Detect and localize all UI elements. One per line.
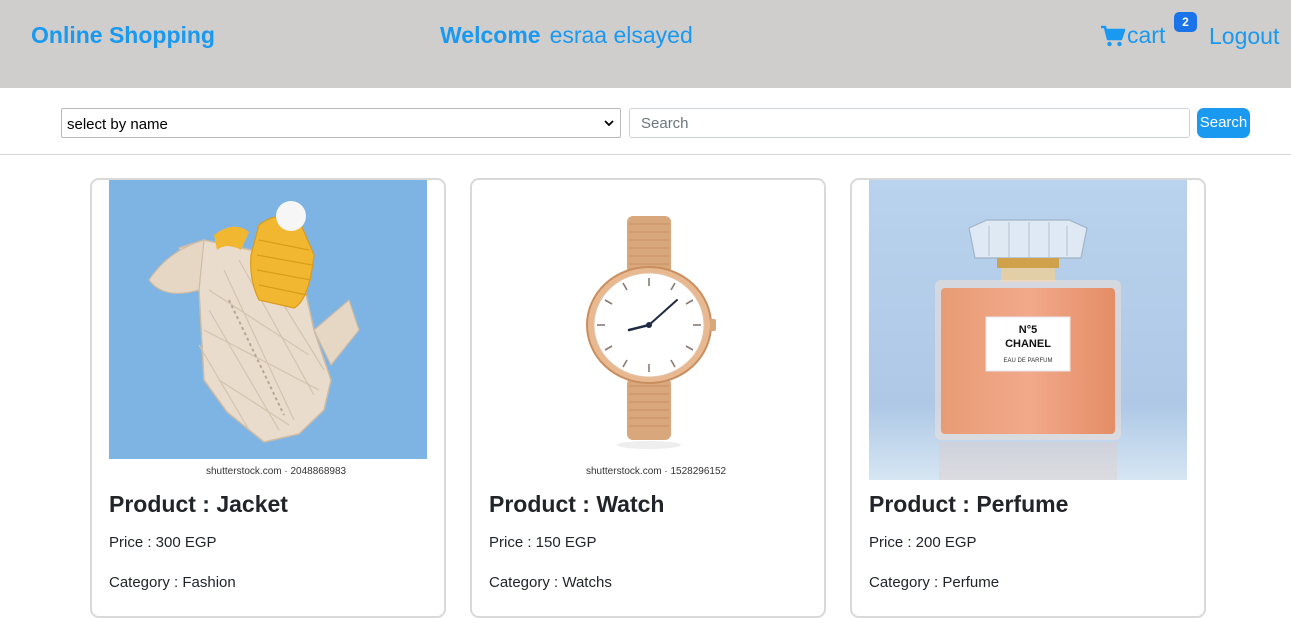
product-card-watch[interactable]: shutterstock.com · 1528296152 Product : … <box>470 178 826 618</box>
product-card-jacket[interactable]: shutterstock.com · 2048868983 Product : … <box>90 178 446 618</box>
search-bar: select by name Search Search <box>0 88 1291 155</box>
product-title: Product : Perfume <box>869 491 1069 517</box>
logout-link[interactable]: Logout <box>1209 23 1279 50</box>
product-category: Category : Fashion <box>109 574 236 591</box>
search-type-select[interactable]: select by name <box>61 108 621 138</box>
brand-logo[interactable]: Online Shopping <box>31 22 215 49</box>
search-button[interactable]: Search <box>1197 108 1250 138</box>
cart-link[interactable]: cart <box>1100 22 1165 49</box>
product-price: Price : 300 EGP <box>109 534 217 551</box>
product-category: Category : Perfume <box>869 574 1000 591</box>
product-title: Product : Watch <box>489 491 665 517</box>
chevron-down-icon <box>604 120 614 127</box>
perfume-label-number: N°5 <box>1019 324 1037 336</box>
welcome-message: Welcome esraa elsayed <box>440 22 693 49</box>
product-price: Price : 200 EGP <box>869 534 977 551</box>
username: esraa elsayed <box>549 22 693 48</box>
product-image-perfume: N°5 CHANEL EAU DE PARFUM <box>869 180 1187 480</box>
perfume-label-brand: CHANEL <box>1005 338 1051 350</box>
product-image-jacket: shutterstock.com · 2048868983 <box>109 180 427 480</box>
shopping-cart-icon <box>1101 25 1126 46</box>
cart-label: cart <box>1127 22 1166 48</box>
product-title: Product : Jacket <box>109 491 288 517</box>
product-card-perfume[interactable]: N°5 CHANEL EAU DE PARFUM Product : Perfu… <box>850 178 1206 618</box>
perfume-label-type: EAU DE PARFUM <box>1004 358 1053 364</box>
welcome-label: Welcome <box>440 22 541 48</box>
select-value: select by name <box>67 116 168 133</box>
watermark-text: shutterstock.com · 1528296152 <box>586 466 727 477</box>
search-input[interactable]: Search <box>629 108 1190 138</box>
product-image-watch: shutterstock.com · 1528296152 <box>489 180 807 480</box>
watermark-text: shutterstock.com · 2048868983 <box>206 466 347 477</box>
product-price: Price : 150 EGP <box>489 534 597 551</box>
top-navbar: Online Shopping Welcome esraa elsayed car… <box>0 0 1291 88</box>
product-category: Category : Watchs <box>489 574 612 591</box>
cart-count-badge: 2 <box>1174 12 1197 32</box>
